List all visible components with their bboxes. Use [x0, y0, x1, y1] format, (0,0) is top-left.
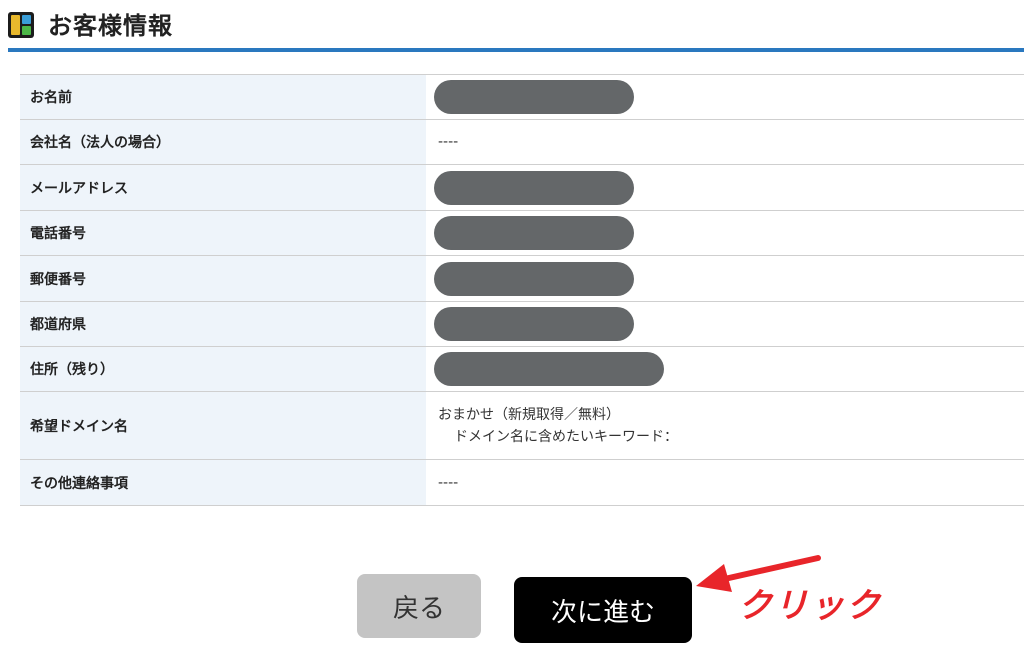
row-value-email	[426, 164, 1024, 211]
row-label-prefecture: 都道府県	[20, 301, 426, 347]
row-label-company: 会社名（法人の場合）	[20, 119, 426, 165]
redacted-value	[434, 352, 664, 386]
domain-choice: おまかせ（新規取得／無料）	[438, 406, 620, 423]
table-row: 都道府県	[20, 301, 1024, 347]
row-value-name	[426, 74, 1024, 120]
table-row: 会社名（法人の場合） ----	[20, 119, 1024, 165]
row-label-phone: 電話番号	[20, 210, 426, 256]
row-value-domain: おまかせ（新規取得／無料） ドメイン名に含めたいキーワード：	[426, 391, 1024, 460]
header-divider	[8, 48, 1024, 52]
row-label-name: お名前	[20, 74, 426, 120]
row-label-postal: 郵便番号	[20, 255, 426, 302]
row-value-phone	[426, 210, 1024, 256]
table-row: 郵便番号	[20, 255, 1024, 302]
next-button[interactable]: 次に進む	[514, 577, 692, 643]
row-value-postal	[426, 255, 1024, 302]
redacted-value	[434, 80, 634, 114]
row-label-address: 住所（残り）	[20, 346, 426, 392]
redacted-value	[434, 261, 634, 296]
row-label-domain: 希望ドメイン名	[20, 391, 426, 460]
customer-info-table: お名前 会社名（法人の場合） ---- メールアドレス 電話番号 郵便番号 都道…	[20, 74, 1024, 506]
back-button[interactable]: 戻る	[357, 574, 481, 638]
redacted-value	[434, 170, 634, 205]
redacted-value	[434, 216, 634, 250]
row-label-email: メールアドレス	[20, 164, 426, 211]
click-annotation: クリック	[738, 586, 882, 626]
row-value-notes: ----	[426, 459, 1024, 506]
domain-keyword-label: ドメイン名に含めたいキーワード：	[454, 428, 678, 445]
page-title: お客様情報	[48, 12, 173, 40]
table-row: メールアドレス	[20, 164, 1024, 211]
row-value-address	[426, 346, 1024, 392]
table-row: その他連絡事項 ----	[20, 459, 1024, 506]
row-label-notes: その他連絡事項	[20, 459, 426, 506]
redacted-value	[434, 307, 634, 341]
table-row: お名前	[20, 74, 1024, 120]
row-value-company: ----	[426, 119, 1024, 165]
table-row: 電話番号	[20, 210, 1024, 256]
logo-icon	[8, 12, 34, 38]
table-row: 希望ドメイン名 おまかせ（新規取得／無料） ドメイン名に含めたいキーワード：	[20, 391, 1024, 460]
row-value-prefecture	[426, 301, 1024, 347]
page-header: お客様情報	[0, 0, 1024, 54]
table-row: 住所（残り）	[20, 346, 1024, 392]
